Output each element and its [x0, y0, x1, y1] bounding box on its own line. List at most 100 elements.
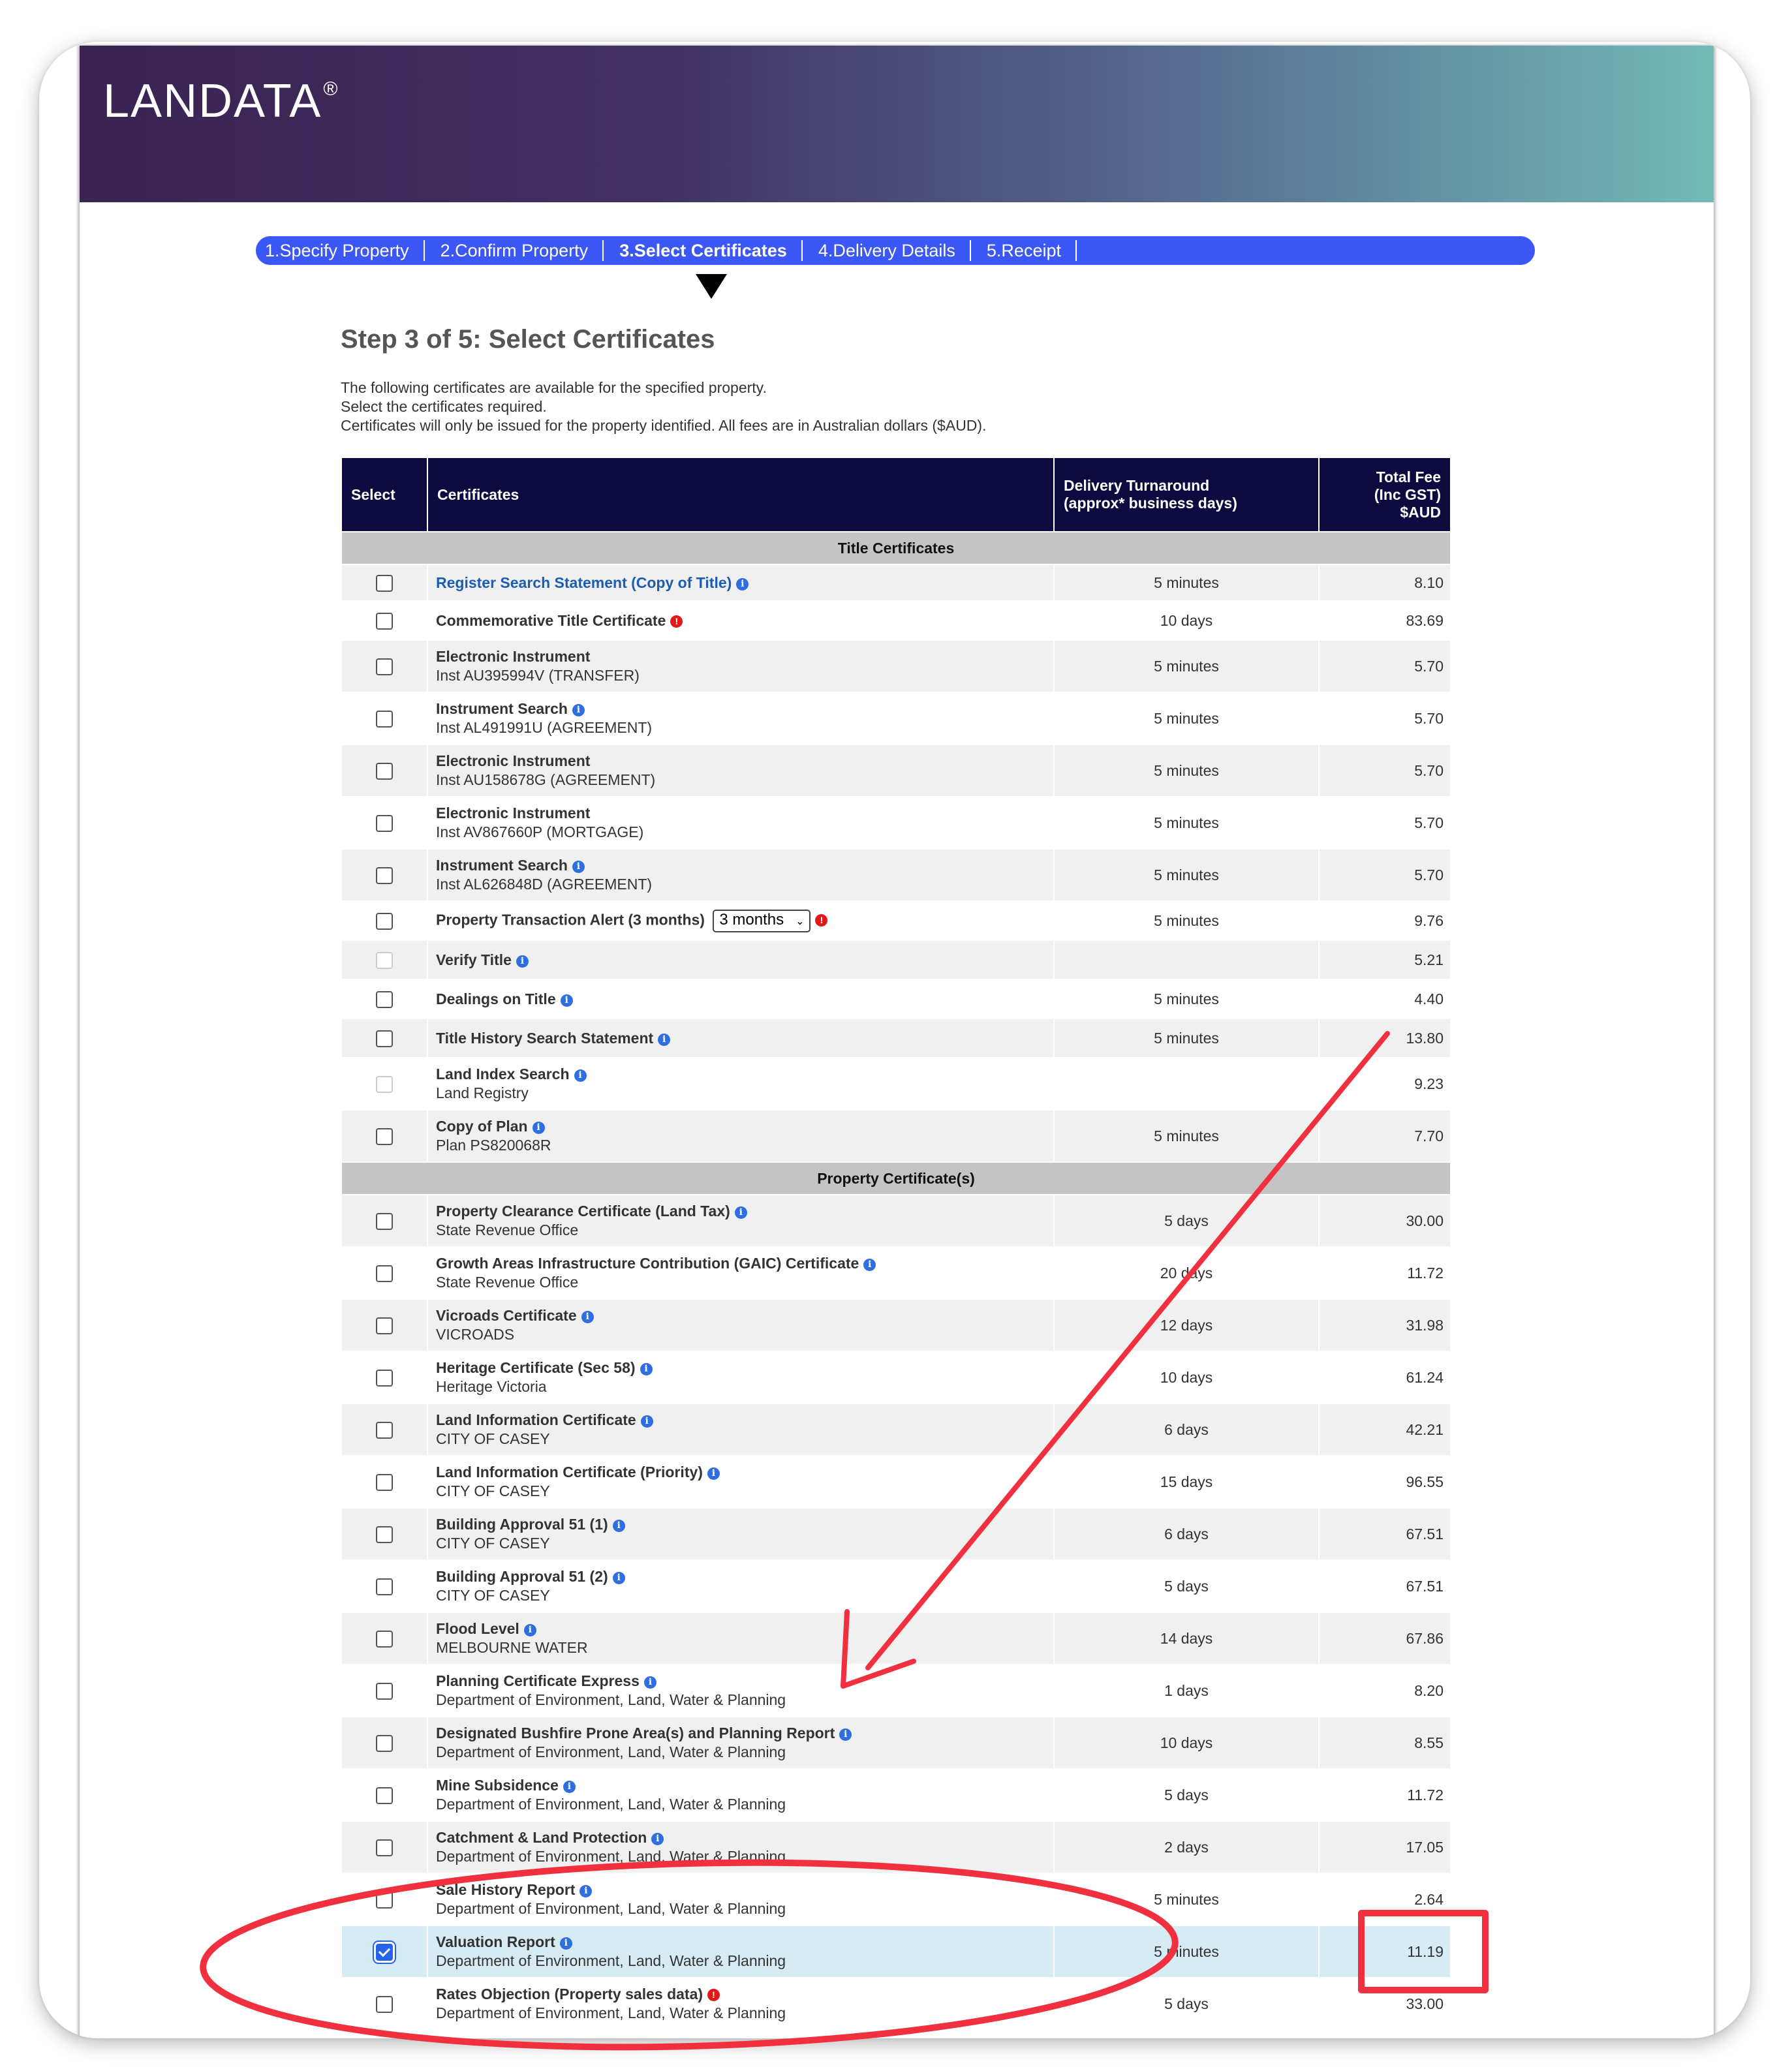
select-checkbox-property-transaction-alert-3-months[interactable]: [376, 912, 393, 930]
certificate-issuer: Inst AU395994V (TRANSFER): [436, 667, 640, 684]
header-fee-line: $AUD: [1400, 503, 1441, 521]
info-icon[interactable]: i: [839, 1728, 852, 1741]
select-cell: [341, 600, 428, 641]
step-specify-property[interactable]: 1.Specify Property: [265, 240, 425, 261]
info-icon[interactable]: i: [516, 955, 529, 968]
select-checkbox-rates-objection-property-sales-data[interactable]: [376, 1995, 393, 2013]
step-delivery-details[interactable]: 4.Delivery Details: [818, 240, 971, 261]
select-cell: [341, 1873, 428, 1926]
select-checkbox-valuation-report[interactable]: [376, 1943, 393, 1961]
select-checkbox-building-approval-51-2[interactable]: [376, 1578, 393, 1595]
info-icon[interactable]: i: [658, 1033, 671, 1046]
certificate-name: Copy of Plan: [436, 1118, 528, 1135]
certificate-issuer: Department of Environment, Land, Water &…: [436, 1848, 786, 1865]
info-icon[interactable]: i: [643, 1676, 657, 1689]
select-cell: [341, 1977, 428, 2031]
select-checkbox-property-clearance-certificate-land-tax[interactable]: [376, 1212, 393, 1230]
select-cell: [341, 1351, 428, 1404]
certificate-name[interactable]: Register Search Statement (Copy of Title…: [436, 574, 732, 591]
certificate-issuer: Land Registry: [436, 1084, 529, 1101]
select-checkbox-instrument-search[interactable]: [376, 867, 393, 884]
info-icon[interactable]: i: [523, 1624, 536, 1636]
info-icon[interactable]: i: [612, 1572, 625, 1584]
select-checkbox-building-approval-51-1[interactable]: [376, 1526, 393, 1543]
info-icon[interactable]: i: [559, 1937, 572, 1950]
select-checkbox-growth-areas-infrastructure-contribution-gaic-certificate[interactable]: [376, 1265, 393, 1282]
screenshot-frame: LANDATA® 1.Specify Property 2.Confirm Pr…: [39, 42, 1750, 2038]
info-icon[interactable]: i: [532, 1122, 545, 1134]
total-fee: 5.70: [1318, 744, 1451, 797]
certificate-cell: Instrument Search i Inst AL626848D (AGREEM…: [427, 848, 1055, 902]
alert-icon[interactable]: !: [670, 615, 683, 628]
info-icon[interactable]: i: [640, 1415, 653, 1428]
alert-duration-select[interactable]: 3 months ⌄: [713, 909, 811, 932]
select-checkbox-instrument-search[interactable]: [376, 710, 393, 728]
select-checkbox-register-search-statement-copy-of-title[interactable]: [376, 574, 393, 592]
table-row: Land Index Search i Land Registry 9.23: [341, 1057, 1451, 1111]
total-fee: 33.00: [1318, 1977, 1451, 2031]
table-row: Property Clearance Certificate (Land Tax…: [341, 1194, 1451, 1248]
step-confirm-property[interactable]: 2.Confirm Property: [440, 240, 604, 261]
certificate-name: Mine Subsidence: [436, 1777, 559, 1794]
delivery-turnaround: 5 minutes: [1053, 1109, 1320, 1163]
select-checkbox-flood-level[interactable]: [376, 1630, 393, 1648]
info-icon[interactable]: i: [574, 1069, 587, 1082]
select-cell: [341, 1246, 428, 1300]
certificate-cell: Building Approval 51 (2) i CITY OF CASEY: [427, 1559, 1055, 1613]
select-cell: [341, 1768, 428, 1822]
select-checkbox-copy-of-plan[interactable]: [376, 1128, 393, 1145]
landata-page: LANDATA® 1.Specify Property 2.Confirm Pr…: [80, 46, 1714, 2038]
select-cell: [341, 1403, 428, 1456]
info-icon[interactable]: i: [612, 1520, 625, 1532]
table-row: Sale History Report i Department of Enviro…: [341, 1873, 1451, 1926]
info-icon[interactable]: i: [579, 1885, 593, 1897]
select-cell: [341, 848, 428, 902]
certificate-cell: Property Clearance Certificate (Land Tax…: [427, 1194, 1055, 1248]
select-checkbox-heritage-certificate-sec-58[interactable]: [376, 1369, 393, 1387]
select-checkbox-sale-history-report[interactable]: [376, 1891, 393, 1909]
section-property-certificates: Property Certificate(s): [341, 1161, 1451, 1195]
table-row: Verify Title i 5.21: [341, 940, 1451, 980]
alert-icon[interactable]: !: [707, 1989, 720, 2001]
info-icon[interactable]: i: [640, 1363, 653, 1375]
landata-logo[interactable]: LANDATA®: [103, 74, 339, 128]
select-checkbox-catchment-land-protection[interactable]: [376, 1839, 393, 1856]
delivery-turnaround: [1053, 940, 1320, 980]
alert-icon[interactable]: !: [815, 914, 828, 927]
header-certificates: Certificates: [427, 457, 1055, 532]
info-icon[interactable]: i: [563, 1781, 576, 1793]
table-row: Electronic Instrument Inst AU395994V (TRA…: [341, 639, 1451, 693]
select-checkbox-planning-certificate-express[interactable]: [376, 1682, 393, 1700]
select-checkbox-electronic-instrument[interactable]: [376, 762, 393, 780]
select-checkbox-land-information-certificate[interactable]: [376, 1421, 393, 1439]
info-icon[interactable]: i: [863, 1259, 876, 1271]
info-icon[interactable]: i: [581, 1311, 594, 1323]
select-checkbox-mine-subsidence[interactable]: [376, 1787, 393, 1804]
info-icon[interactable]: i: [572, 704, 585, 716]
property-certificates-group: Property Certificate(s) Property Clearan…: [341, 1161, 1451, 2031]
certificate-cell: Verify Title i: [427, 940, 1055, 980]
select-checkbox-electronic-instrument[interactable]: [376, 814, 393, 832]
info-icon[interactable]: i: [572, 861, 585, 873]
select-checkbox-land-information-certificate-priority[interactable]: [376, 1473, 393, 1491]
certificate-name: Building Approval 51 (2): [436, 1568, 608, 1585]
select-checkbox-dealings-on-title[interactable]: [376, 990, 393, 1008]
certificate-name: Vicroads Certificate: [436, 1307, 577, 1324]
select-checkbox-title-history-search-statement[interactable]: [376, 1030, 393, 1047]
total-fee: 5.70: [1318, 692, 1451, 745]
certificate-cell: Instrument Search i Inst AL491991U (AGREEM…: [427, 692, 1055, 745]
step-select-certificates[interactable]: 3.Select Certificates: [619, 240, 803, 261]
table-row: Dealings on Title i 5 minutes 4.40: [341, 979, 1451, 1019]
info-icon[interactable]: i: [734, 1206, 747, 1219]
select-checkbox-designated-bushfire-prone-area-s-and-planning-report[interactable]: [376, 1734, 393, 1752]
info-icon[interactable]: i: [736, 577, 749, 591]
info-icon[interactable]: i: [707, 1467, 720, 1480]
delivery-turnaround: 5 minutes: [1053, 744, 1320, 797]
select-checkbox-commemorative-title-certificate[interactable]: [376, 612, 393, 630]
certificate-issuer: MELBOURNE WATER: [436, 1639, 588, 1656]
select-checkbox-vicroads-certificate[interactable]: [376, 1317, 393, 1334]
info-icon[interactable]: i: [560, 994, 573, 1007]
step-receipt[interactable]: 5.Receipt: [987, 240, 1077, 261]
info-icon[interactable]: i: [651, 1833, 664, 1845]
select-checkbox-electronic-instrument[interactable]: [376, 658, 393, 675]
